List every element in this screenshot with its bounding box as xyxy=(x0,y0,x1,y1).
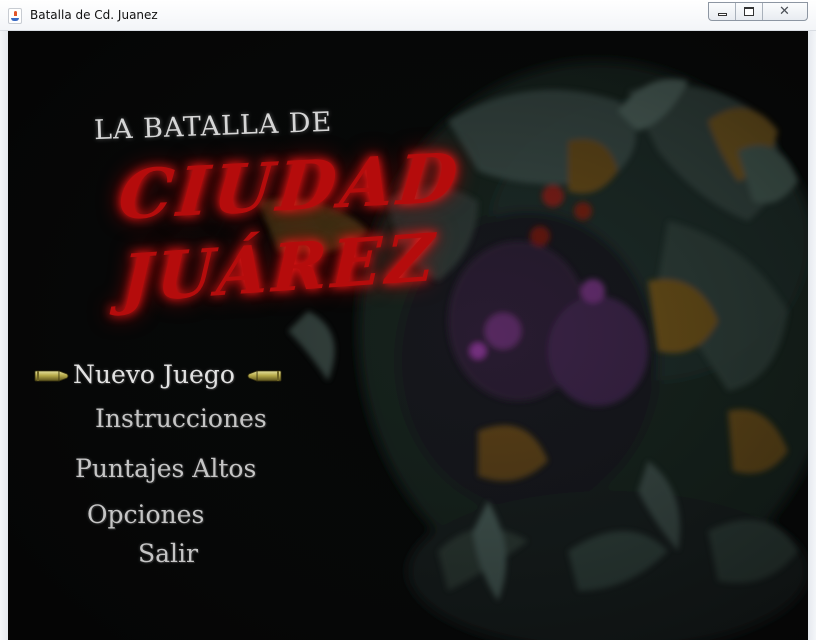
bullet-icon xyxy=(34,370,69,382)
java-app-icon xyxy=(8,8,22,24)
menu-item-options[interactable]: Opciones xyxy=(87,500,204,529)
menu-item-high-scores[interactable]: Puntajes Altos xyxy=(75,454,256,483)
game-canvas[interactable]: LA BATALLA DE CIUDAD JUÁREZ Nuevo Juego … xyxy=(8,31,808,640)
close-icon: ✕ xyxy=(779,4,790,19)
minimize-icon xyxy=(718,13,727,16)
minimize-button[interactable] xyxy=(709,3,736,20)
menu-item-exit[interactable]: Salir xyxy=(138,539,198,568)
window-controls: ✕ xyxy=(708,2,808,21)
window-titlebar[interactable]: Batalla de Cd. Juanez ✕ xyxy=(0,0,816,31)
maximize-button[interactable] xyxy=(736,3,763,20)
window-title: Batalla de Cd. Juanez xyxy=(30,8,158,22)
maximize-icon xyxy=(744,7,754,16)
menu-item-instructions[interactable]: Instrucciones xyxy=(95,404,267,433)
bullet-icon xyxy=(247,370,282,382)
close-button[interactable]: ✕ xyxy=(763,3,807,20)
window-frame-right xyxy=(808,31,816,640)
window-frame-left xyxy=(0,31,8,640)
menu-item-new-game[interactable]: Nuevo Juego xyxy=(73,360,235,389)
